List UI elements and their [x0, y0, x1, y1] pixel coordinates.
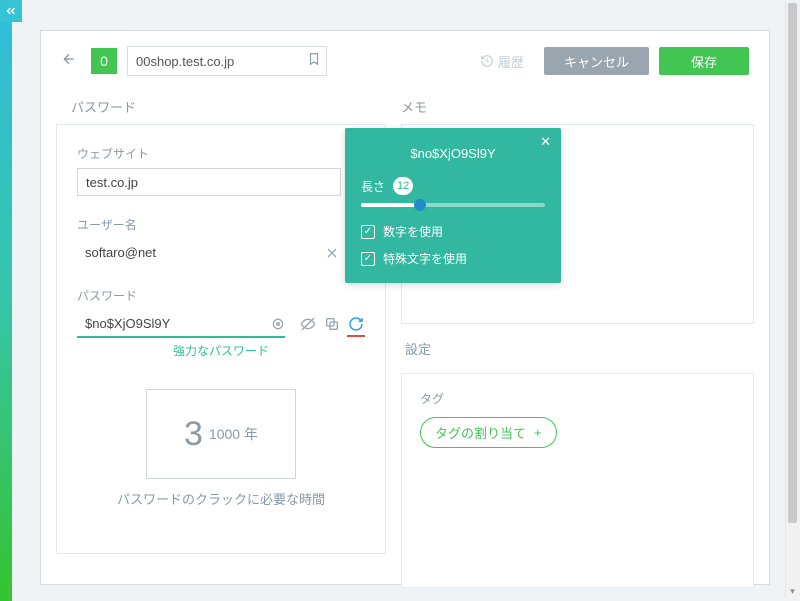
password-label: パスワード: [77, 287, 365, 304]
history-label: 履歴: [498, 52, 524, 71]
length-row: 長さ 12: [361, 177, 545, 195]
length-label: 長さ: [361, 178, 385, 195]
checkbox-checked-icon: [361, 225, 375, 239]
slider-fill: [361, 203, 420, 207]
close-popover-button[interactable]: ✕: [540, 134, 551, 150]
save-button[interactable]: 保存: [659, 47, 749, 75]
website-field-block: ウェブサイト: [77, 145, 365, 196]
crack-time-unit: 1000 年: [209, 424, 258, 444]
password-input[interactable]: [77, 310, 285, 338]
password-field-block: パスワード: [77, 287, 365, 359]
plus-icon: +: [534, 425, 542, 440]
assign-tag-label: タグの割り当て: [435, 423, 526, 442]
history-button[interactable]: 履歴: [480, 52, 524, 71]
app-root: 0 履歴 キャンセル 保存 パスワード メモ ウェブサイト: [0, 0, 800, 601]
password-panel: ウェブサイト ユーザー名: [56, 124, 386, 554]
gradient-bar: [0, 0, 12, 601]
back-button[interactable]: [61, 51, 77, 72]
password-strength-label: 強力なパスワード: [77, 342, 365, 359]
use-numbers-checkbox[interactable]: 数字を使用: [361, 223, 545, 240]
security-score-badge: 0: [91, 48, 117, 74]
generated-password-preview: $no$XjO9Sl9Y: [361, 146, 545, 161]
scrollbar-thumb[interactable]: [788, 3, 797, 523]
password-generator-popover: ✕ $no$XjO9Sl9Y 長さ 12 数字を使用 特殊文字を使用: [345, 128, 561, 283]
copy-password-button[interactable]: [323, 315, 341, 333]
regenerate-indicator: [347, 335, 365, 337]
username-input[interactable]: [77, 239, 317, 267]
username-label: ユーザー名: [77, 216, 365, 233]
regenerate-password-button[interactable]: [347, 315, 365, 333]
section-label-settings: 設定: [405, 339, 754, 358]
section-label-memo: メモ: [401, 97, 427, 116]
assign-tag-button[interactable]: タグの割り当て +: [420, 417, 557, 448]
vertical-scrollbar[interactable]: ▾: [785, 1, 799, 598]
target-icon[interactable]: [269, 315, 287, 333]
crack-time-box: 3 1000 年: [146, 389, 296, 479]
use-numbers-label: 数字を使用: [383, 223, 443, 240]
length-slider[interactable]: [361, 203, 545, 207]
website-input[interactable]: [77, 168, 341, 196]
slider-thumb[interactable]: [414, 199, 426, 211]
clear-username-button[interactable]: [323, 244, 341, 262]
length-value-badge: 12: [393, 177, 413, 195]
tag-label: タグ: [420, 390, 735, 407]
cancel-button[interactable]: キャンセル: [544, 47, 649, 75]
item-title-input[interactable]: [127, 46, 327, 76]
crack-time-caption: パスワードのクラックに必要な時間: [77, 489, 365, 508]
scrollbar-down-arrow[interactable]: ▾: [786, 584, 799, 598]
use-symbols-checkbox[interactable]: 特殊文字を使用: [361, 250, 545, 267]
topbar: 0 履歴 キャンセル 保存: [41, 31, 769, 91]
website-label: ウェブサイト: [77, 145, 365, 162]
section-label-password: パスワード: [71, 97, 401, 116]
use-symbols-label: 特殊文字を使用: [383, 250, 467, 267]
section-labels: パスワード メモ: [41, 97, 769, 116]
checkbox-checked-icon: [361, 252, 375, 266]
crack-time-value: 3: [184, 415, 203, 454]
username-field-block: ユーザー名: [77, 216, 365, 267]
main-canvas: 0 履歴 キャンセル 保存 パスワード メモ ウェブサイト: [40, 30, 770, 585]
settings-panel: タグ タグの割り当て +: [401, 373, 754, 588]
collapse-sidebar-button[interactable]: [0, 0, 22, 22]
toggle-visibility-button[interactable]: [299, 315, 317, 333]
